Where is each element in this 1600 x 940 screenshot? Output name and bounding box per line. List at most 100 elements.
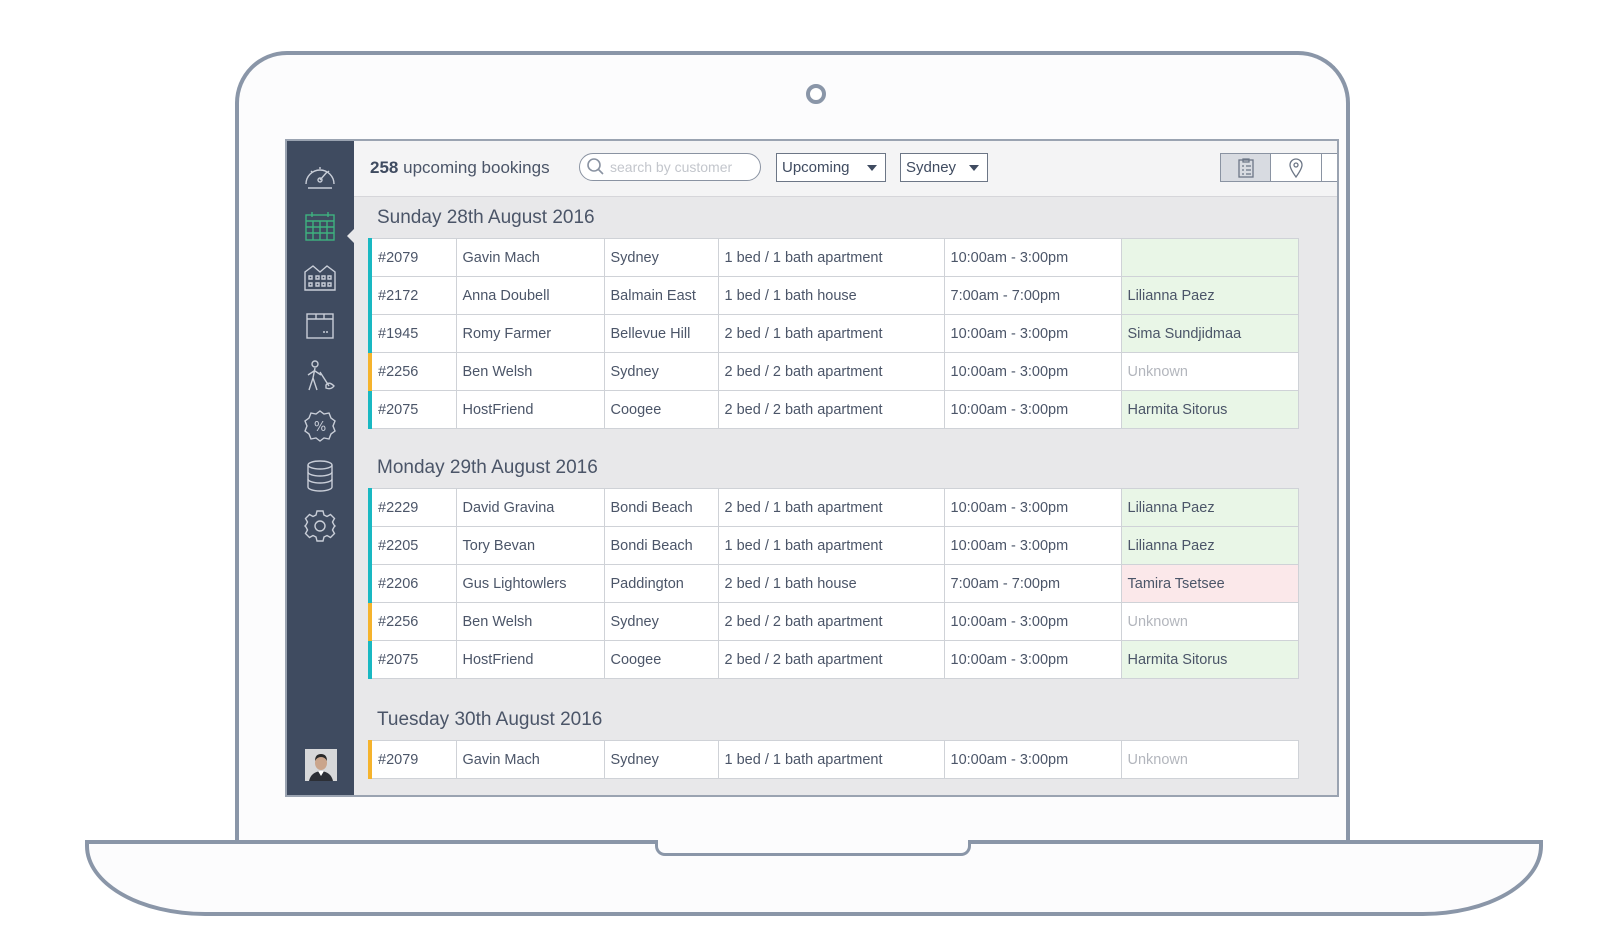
date-heading: Sunday 28th August 2016	[377, 207, 595, 228]
booking-count-number: 258	[370, 158, 399, 177]
time-window: 10:00am - 3:00pm	[943, 488, 1122, 527]
sidebar-item-bookings[interactable]	[301, 207, 339, 245]
bookings-table: #2079 Gavin Mach Sydney 1 bed / 1 bath apar…	[368, 238, 1299, 429]
cleaner-icon	[307, 360, 335, 391]
discount-icon: %	[304, 410, 336, 442]
sidebar-item-dashboard[interactable]	[301, 157, 339, 195]
customer-name: HostFriend	[455, 640, 605, 679]
cleaner-name: Lilianna Paez	[1120, 276, 1299, 315]
booking-id: #2256	[368, 602, 457, 641]
cleaner-name: Unknown	[1120, 602, 1299, 641]
time-window: 10:00am - 3:00pm	[943, 602, 1122, 641]
booking-row[interactable]: #2075 HostFriend Coogee 2 bed / 2 bath apar…	[368, 640, 1299, 679]
cleaner-name: Sima Sundjidmaa	[1120, 314, 1299, 353]
customer-name: Ben Welsh	[455, 352, 605, 391]
speedometer-icon	[305, 167, 335, 189]
property-type: 1 bed / 1 bath house	[717, 276, 945, 315]
date-heading: Tuesday 30th August 2016	[377, 709, 603, 730]
cleaner-name: Lilianna Paez	[1120, 488, 1299, 527]
booking-row[interactable]: #2075 HostFriend Coogee 2 bed / 2 bath apar…	[368, 390, 1299, 429]
cleaner-name: Lilianna Paez	[1120, 526, 1299, 565]
time-window: 10:00am - 3:00pm	[943, 352, 1122, 391]
bookings-table: #2079 Gavin Mach Sydney 1 bed / 1 bath apar…	[368, 740, 1299, 779]
property-type: 2 bed / 1 bath apartment	[717, 314, 945, 353]
list-icon	[1238, 157, 1254, 178]
cleaner-name: Unknown	[1120, 352, 1299, 391]
settings-icon	[304, 510, 336, 542]
map-view-button[interactable]	[1271, 154, 1322, 181]
time-window: 10:00am - 3:00pm	[943, 390, 1122, 429]
search-input[interactable]	[610, 159, 750, 175]
map-pin-icon	[1289, 157, 1303, 178]
booking-row[interactable]: #2256 Ben Welsh Sydney 2 bed / 2 bath apart…	[368, 602, 1299, 641]
booking-row[interactable]: #2256 Ben Welsh Sydney 2 bed / 2 bath apart…	[368, 352, 1299, 391]
time-window: 10:00am - 3:00pm	[943, 640, 1122, 679]
time-window: 10:00am - 3:00pm	[943, 314, 1122, 353]
booking-id: #2075	[368, 640, 457, 679]
booking-id: #1945	[368, 314, 457, 353]
list-view-button[interactable]	[1221, 154, 1272, 181]
time-window: 10:00am - 3:00pm	[943, 526, 1122, 565]
booking-id: #2205	[368, 526, 457, 565]
clock-icon	[1336, 158, 1339, 178]
chevron-down-icon	[867, 165, 877, 171]
customer-name: David Gravina	[455, 488, 605, 527]
date-heading: Monday 29th August 2016	[377, 457, 598, 478]
inbox-icon	[306, 313, 334, 339]
property-type: 2 bed / 2 bath apartment	[717, 390, 945, 429]
booking-row[interactable]: #2079 Gavin Mach Sydney 1 bed / 1 bath apar…	[368, 740, 1299, 779]
calendar-icon	[305, 212, 335, 241]
property-type: 2 bed / 2 bath apartment	[717, 352, 945, 391]
city-filter-dropdown[interactable]: Sydney	[900, 153, 988, 182]
booking-row[interactable]: #2206 Gus Lightowlers Paddington 2 bed / 1 …	[368, 564, 1299, 603]
chevron-down-icon	[969, 165, 979, 171]
customer-name: Tory Bevan	[455, 526, 605, 565]
sidebar-item-properties[interactable]	[301, 257, 339, 295]
customer-name: Ben Welsh	[455, 602, 605, 641]
booking-id: #2075	[368, 390, 457, 429]
booking-id: #2079	[368, 238, 457, 277]
sidebar-item-settings[interactable]	[301, 507, 339, 545]
sidebar-item-discounts[interactable]: %	[301, 407, 339, 445]
booking-id: #2256	[368, 352, 457, 391]
booking-row[interactable]: #2172 Anna Doubell Balmain East 1 bed / 1 b…	[368, 276, 1299, 315]
user-photo	[305, 749, 337, 781]
sidebar-item-database[interactable]	[301, 457, 339, 495]
booking-id: #2229	[368, 488, 457, 527]
property-type: 1 bed / 1 bath apartment	[717, 740, 945, 779]
sidebar-item-inbox[interactable]	[301, 307, 339, 345]
customer-name: HostFriend	[455, 390, 605, 429]
booking-row[interactable]: #2229 David Gravina Bondi Beach 2 bed / 1 b…	[368, 488, 1299, 527]
suburb: Bellevue Hill	[603, 314, 719, 353]
bookings-table: #2229 David Gravina Bondi Beach 2 bed / 1 b…	[368, 488, 1299, 679]
suburb: Coogee	[603, 640, 719, 679]
database-icon	[307, 460, 333, 492]
timeline-view-button[interactable]	[1322, 154, 1339, 181]
booking-row[interactable]: #1945 Romy Farmer Bellevue Hill 2 bed / 1 b…	[368, 314, 1299, 353]
booking-id: #2206	[368, 564, 457, 603]
suburb: Bondi Beach	[603, 526, 719, 565]
cleaner-name: Harmita Sitorus	[1120, 640, 1299, 679]
suburb: Balmain East	[603, 276, 719, 315]
user-avatar[interactable]	[305, 749, 337, 781]
property-type: 2 bed / 1 bath house	[717, 564, 945, 603]
webcam	[806, 84, 826, 104]
suburb: Sydney	[603, 602, 719, 641]
booking-id: #2079	[368, 740, 457, 779]
status-filter-dropdown[interactable]: Upcoming	[776, 153, 886, 182]
status-filter-value: Upcoming	[782, 159, 850, 176]
property-type: 2 bed / 2 bath apartment	[717, 602, 945, 641]
suburb: Sydney	[603, 352, 719, 391]
customer-search[interactable]	[579, 153, 761, 181]
view-toggle	[1220, 153, 1339, 182]
booking-row[interactable]: #2079 Gavin Mach Sydney 1 bed / 1 bath apar…	[368, 238, 1299, 277]
suburb: Bondi Beach	[603, 488, 719, 527]
city-filter-value: Sydney	[906, 159, 957, 176]
booking-row[interactable]: #2205 Tory Bevan Bondi Beach 1 bed / 1 bath…	[368, 526, 1299, 565]
search-icon	[587, 158, 604, 175]
sidebar-item-cleaners[interactable]	[301, 357, 339, 395]
svg-text:%: %	[314, 420, 326, 435]
customer-name: Gavin Mach	[455, 740, 605, 779]
cleaner-name: Tamira Tsetsee	[1120, 564, 1299, 603]
customer-name: Anna Doubell	[455, 276, 605, 315]
